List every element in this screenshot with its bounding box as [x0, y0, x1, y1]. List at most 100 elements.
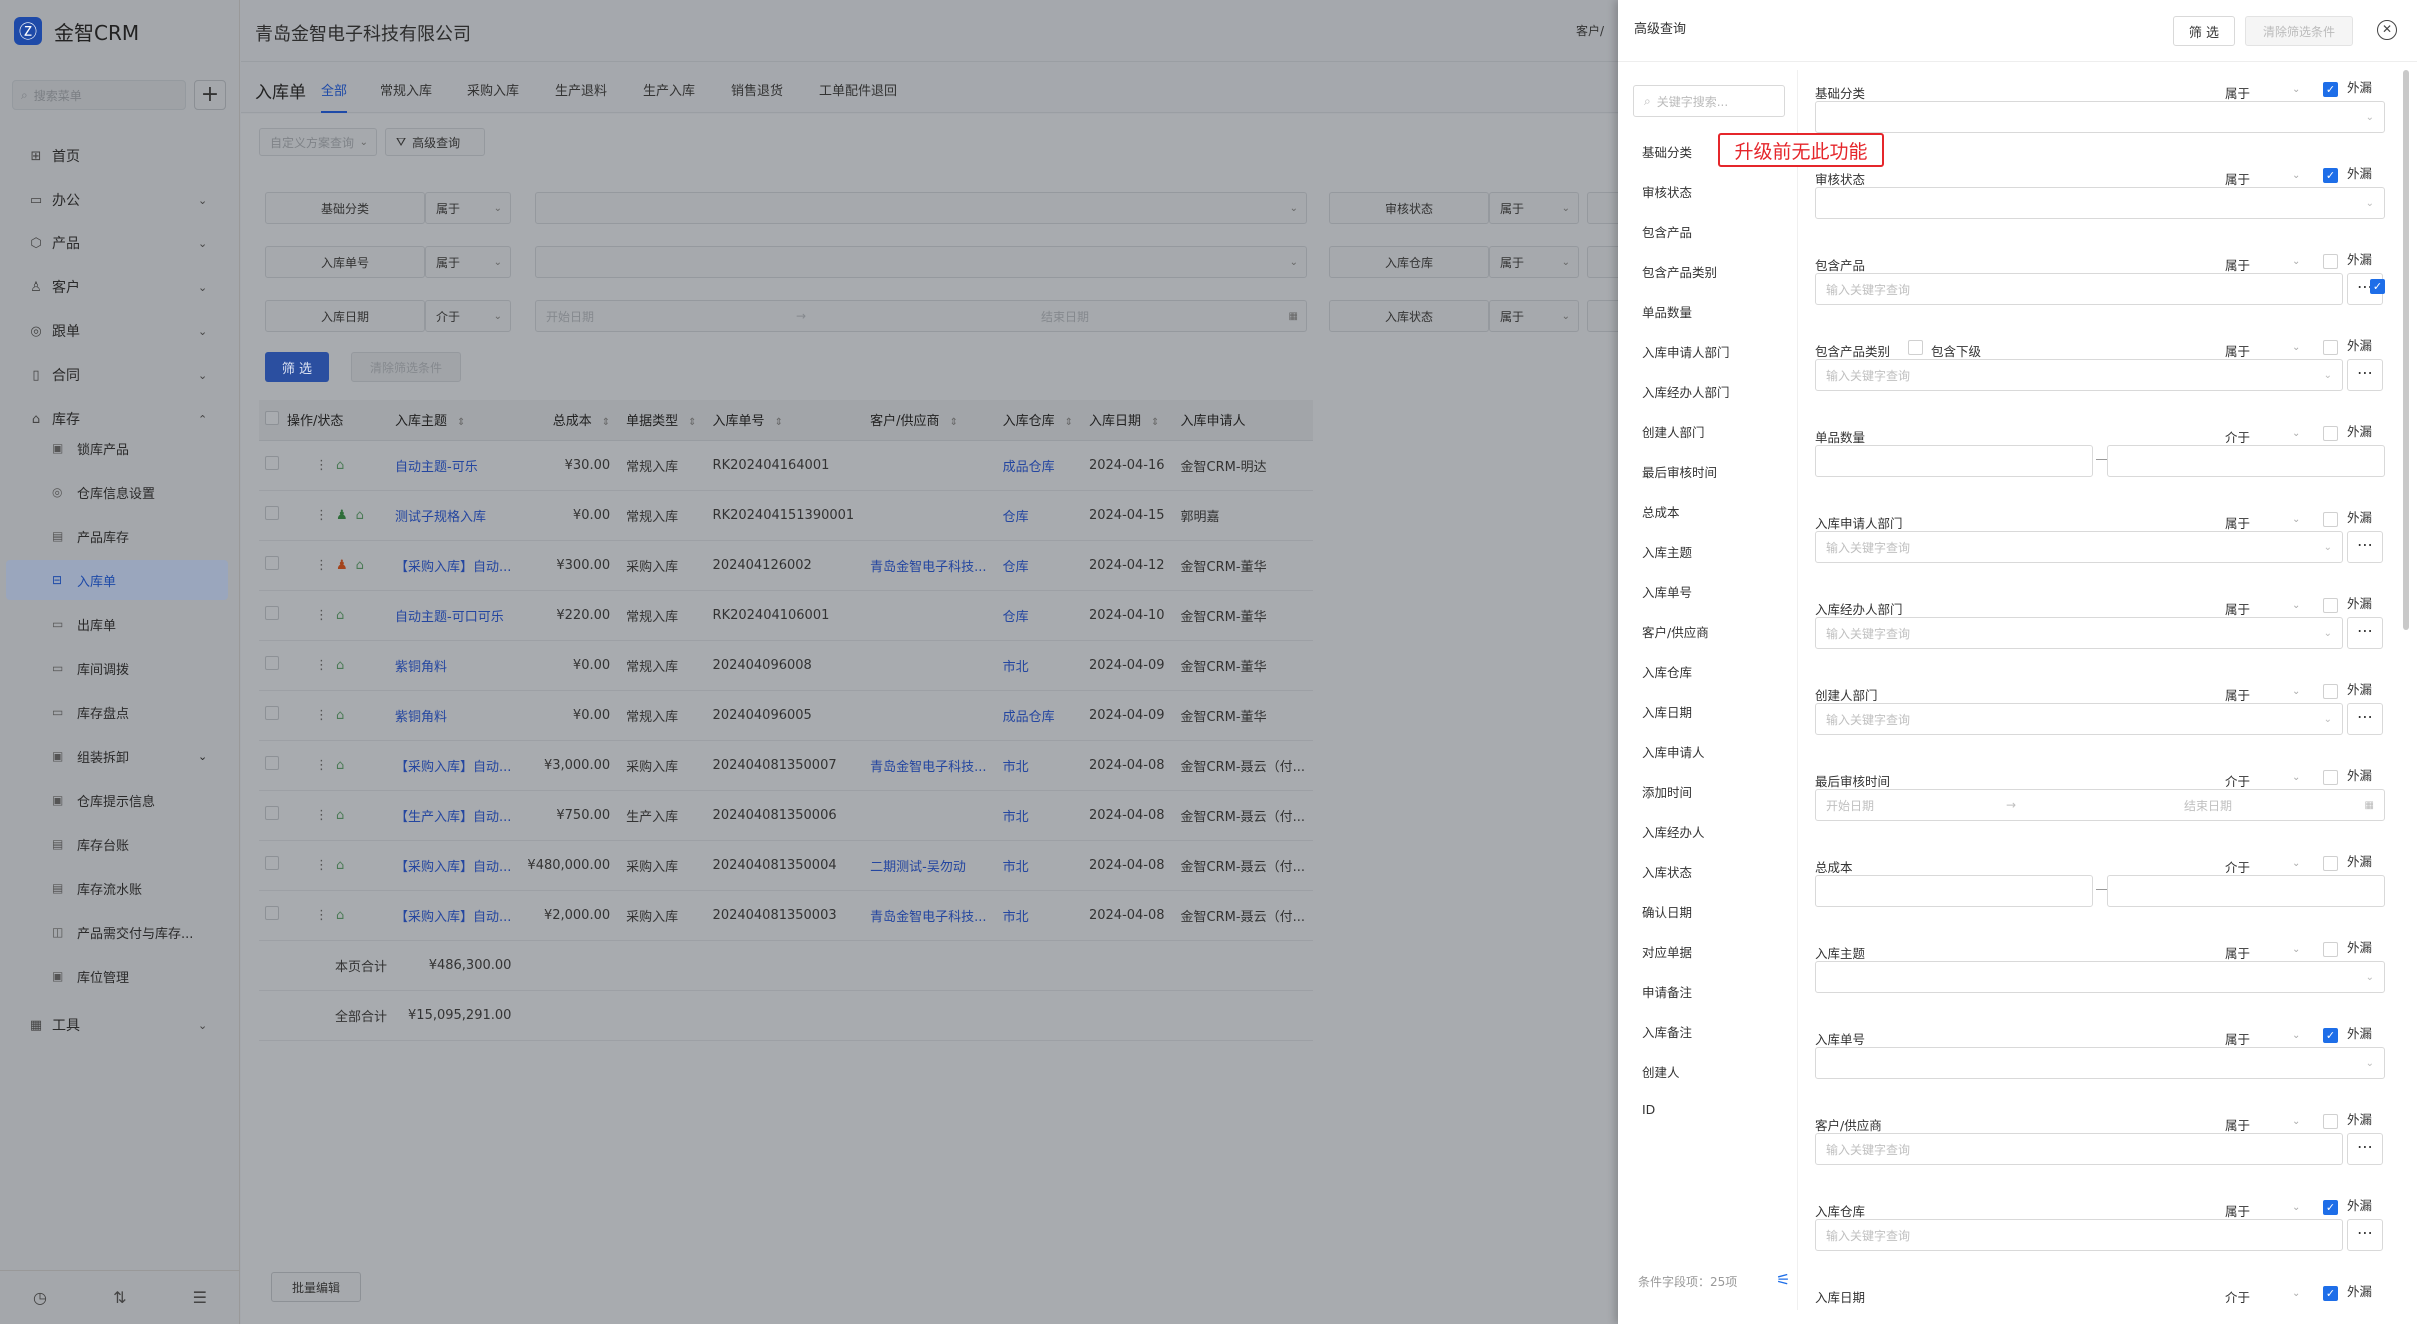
- more-options-icon[interactable]: ⋯: [2347, 359, 2383, 391]
- keyword-input[interactable]: 输入关键字查询: [1815, 1133, 2343, 1165]
- external-checkbox[interactable]: ✓: [2323, 1200, 2338, 1215]
- select-input[interactable]: ⌄: [1815, 961, 2385, 993]
- condition-operator[interactable]: 属于: [2225, 169, 2250, 188]
- warehouse-value[interactable]: 市北: [1003, 760, 1029, 775]
- warehouse-value[interactable]: 市北: [1003, 660, 1029, 675]
- table-row[interactable]: ⋮ ⌂ 紫铜角料 ¥0.00 常规入库 202404096008 市北 2024-04-09 金…: [259, 640, 1313, 691]
- external-checkbox[interactable]: ✓: [2323, 1028, 2338, 1043]
- external-checkbox[interactable]: [2323, 684, 2338, 699]
- external-checkbox[interactable]: ✓: [2323, 1286, 2338, 1301]
- cell-partner[interactable]: 青岛金智电子科技...: [862, 740, 995, 791]
- subject-value[interactable]: 紫铜角料: [395, 660, 447, 675]
- cell-subject[interactable]: 紫铜角料: [387, 690, 520, 741]
- condition-operator[interactable]: 介于: [2225, 427, 2250, 446]
- sort-icon[interactable]: ⇕: [688, 417, 696, 428]
- more-icon[interactable]: ⋮: [315, 808, 328, 823]
- subject-value[interactable]: 【采购入库】自动...: [395, 560, 511, 575]
- date-range-input[interactable]: 开始日期 → 结束日期 ▦: [1815, 789, 2385, 821]
- warehouse-value[interactable]: 仓库: [1003, 560, 1029, 575]
- column-header[interactable]: 入库单号 ⇕: [704, 400, 863, 441]
- history-icon[interactable]: ◷: [33, 1288, 47, 1307]
- tab-0[interactable]: 全部: [321, 80, 348, 113]
- checkbox[interactable]: [265, 606, 279, 620]
- subject-value[interactable]: 【采购入库】自动...: [395, 910, 511, 925]
- keyword-search-input[interactable]: ⌕ 关键字搜索...: [1633, 85, 1785, 117]
- row-actions[interactable]: ⋮ ⌂: [279, 640, 388, 691]
- condition-operator[interactable]: 属于: [2225, 1115, 2250, 1134]
- sub-nav-item-2[interactable]: ▤ 产品库存: [6, 516, 228, 556]
- condition-operator[interactable]: 属于: [2225, 1201, 2250, 1220]
- row-select[interactable]: [259, 440, 279, 491]
- nav-item-0[interactable]: ⊞ 首页: [0, 136, 240, 176]
- more-icon[interactable]: ⋮: [315, 708, 328, 723]
- external-checkbox[interactable]: [2323, 254, 2338, 269]
- field-item[interactable]: 申请备注: [1642, 982, 1692, 1001]
- checkbox[interactable]: [265, 456, 279, 470]
- field-item[interactable]: 入库申请人部门: [1642, 342, 1730, 361]
- keyword-select[interactable]: 输入关键字查询 ⌄: [1815, 359, 2343, 391]
- more-icon[interactable]: ⋮: [315, 558, 328, 573]
- nav-item-1[interactable]: ▭ 办公 ⌄: [0, 180, 240, 220]
- field-item[interactable]: 入库主题: [1642, 542, 1692, 561]
- range-max-input[interactable]: [2107, 445, 2385, 477]
- select-input[interactable]: ⌄: [1815, 187, 2385, 219]
- include-sub-checkbox[interactable]: [1908, 340, 1923, 355]
- sub-nav-item-1[interactable]: ◎ 仓库信息设置: [6, 472, 228, 512]
- keyword-input[interactable]: 输入关键字查询: [1815, 273, 2343, 305]
- more-options-icon[interactable]: ⋯: [2347, 531, 2383, 563]
- row-select[interactable]: [259, 790, 279, 841]
- tab-6[interactable]: 工单配件退回: [819, 80, 897, 99]
- field-item[interactable]: 入库备注: [1642, 1022, 1692, 1041]
- cell-subject[interactable]: 自动主题-可口可乐: [387, 590, 520, 641]
- condition-operator[interactable]: 属于: [2225, 1029, 2250, 1048]
- partner-value[interactable]: 二期测试-吴勿动: [870, 860, 966, 875]
- column-header[interactable]: 入库日期 ⇕: [1080, 400, 1173, 441]
- external-checkbox[interactable]: ✓: [2323, 168, 2338, 183]
- row-actions[interactable]: ⋮ ⌂: [279, 790, 388, 841]
- cell-warehouse[interactable]: 市北: [994, 840, 1081, 891]
- column-header[interactable]: 客户/供应商 ⇕: [862, 400, 995, 441]
- row-select[interactable]: [259, 740, 279, 791]
- sort-icon[interactable]: ⇕: [1065, 417, 1073, 428]
- external-checkbox[interactable]: [2323, 942, 2338, 957]
- table-row[interactable]: ⋮ ⌂ 紫铜角料 ¥0.00 常规入库 202404096005 成品仓库 2024-04-0…: [259, 690, 1313, 741]
- row-select[interactable]: [259, 690, 279, 741]
- row-actions[interactable]: ⋮ ⌂: [279, 440, 388, 491]
- menu-search-input[interactable]: ⌕ 搜索菜单: [12, 80, 186, 110]
- more-icon[interactable]: ⋮: [315, 758, 328, 773]
- filter-value-0[interactable]: ⌄: [535, 192, 1307, 224]
- column-header[interactable]: 入库申请人: [1172, 400, 1313, 441]
- field-item[interactable]: 包含产品类别: [1642, 262, 1717, 281]
- range-min-input[interactable]: [1815, 875, 2093, 907]
- column-header[interactable]: 总成本 ⇕: [519, 400, 619, 441]
- filter-operator2-0[interactable]: 属于 ⌄: [1489, 192, 1579, 224]
- bulk-edit-button[interactable]: 批量编辑: [271, 1272, 361, 1302]
- cell-subject[interactable]: 【采购入库】自动...: [387, 540, 520, 591]
- more-options-icon[interactable]: ⋯: [2347, 617, 2383, 649]
- sub-nav-item-7[interactable]: ▣ 组装拆卸 ⌄: [6, 736, 228, 776]
- sort-icon[interactable]: ⇕: [950, 417, 958, 428]
- warehouse-value[interactable]: 市北: [1003, 810, 1029, 825]
- app-logo[interactable]: Ⓩ 金智CRM: [14, 15, 139, 47]
- more-icon[interactable]: ⋮: [315, 658, 328, 673]
- table-row[interactable]: ⋮ ♟ ⌂ 测试子规格入库 ¥0.00 常规入库 RK202404151390001 仓库 20…: [259, 490, 1313, 541]
- external-checkbox[interactable]: [2323, 1114, 2338, 1129]
- more-icon[interactable]: ⋮: [315, 608, 328, 623]
- field-item[interactable]: 入库经办人部门: [1642, 382, 1730, 401]
- sub-nav-item-12[interactable]: ▣ 库位管理: [6, 956, 228, 996]
- checkbox[interactable]: [265, 806, 279, 820]
- cell-warehouse[interactable]: 市北: [994, 640, 1081, 691]
- sort-icon[interactable]: ⇕: [775, 417, 783, 428]
- field-item[interactable]: 客户/供应商: [1642, 622, 1709, 641]
- table-row[interactable]: ⋮ ⌂ 【采购入库】自动... ¥480,000.00 采购入库 202404081350…: [259, 840, 1313, 891]
- cell-subject[interactable]: 测试子规格入库: [387, 490, 520, 541]
- nav-item-5[interactable]: ▯ 合同 ⌄: [0, 355, 240, 395]
- keyword-select[interactable]: 输入关键字查询 ⌄: [1815, 703, 2343, 735]
- column-header[interactable]: 入库主题 ⇕: [387, 400, 520, 441]
- field-item[interactable]: 单品数量: [1642, 302, 1692, 321]
- keyword-select[interactable]: 输入关键字查询 ⌄: [1815, 617, 2343, 649]
- table-row[interactable]: ⋮ ⌂ 自动主题-可口可乐 ¥220.00 常规入库 RK202404106001 仓库 20…: [259, 590, 1313, 641]
- sub-nav-item-11[interactable]: ◫ 产品需交付与库存...: [6, 912, 228, 952]
- cell-warehouse[interactable]: 仓库: [994, 540, 1081, 591]
- sub-nav-item-6[interactable]: ▭ 库存盘点: [6, 692, 228, 732]
